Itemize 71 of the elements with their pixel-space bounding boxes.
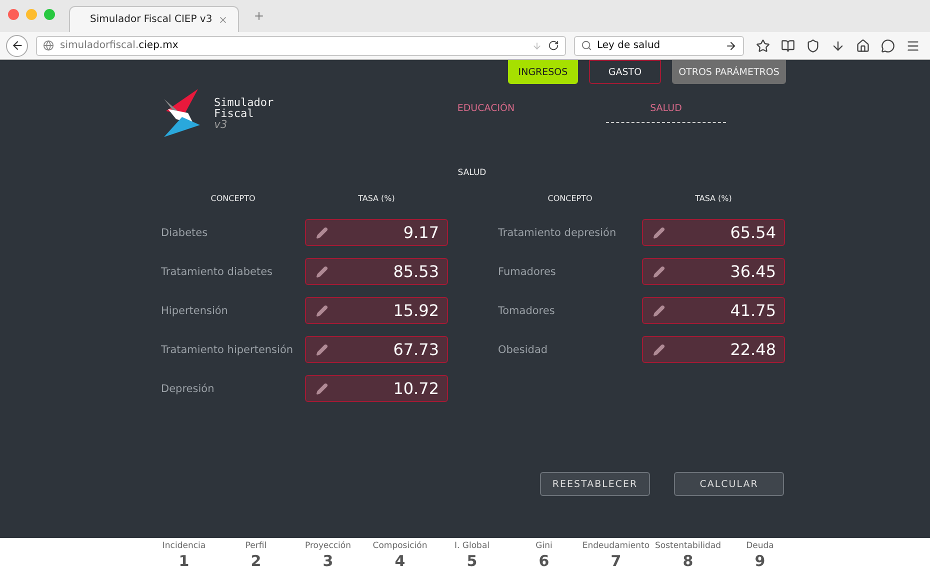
logo-text: Simulador [214, 96, 274, 108]
chat-icon[interactable] [881, 38, 895, 52]
pencil-icon [653, 226, 665, 238]
menu-icon[interactable] [906, 38, 920, 52]
shield-icon[interactable] [806, 38, 820, 52]
column-header: TASA (%) [357, 194, 396, 203]
back-button[interactable] [6, 34, 28, 56]
pencil-icon [316, 266, 328, 278]
rate-field[interactable]: 85.53 [305, 258, 448, 285]
chart-nav-link[interactable]: Endeudamiento 7 [580, 538, 652, 572]
rate-field[interactable]: 36.45 [642, 258, 785, 285]
search-icon [581, 40, 592, 51]
chart-nav-link[interactable]: Sostentabilidad 8 [652, 538, 724, 572]
chart-nav-link[interactable]: Proyección 3 [292, 538, 364, 572]
concept-label: Tratamiento hipertensión [161, 344, 294, 356]
column-header: CONCEPTO [546, 194, 594, 203]
concept-label: Tomadores [498, 304, 556, 316]
concept-label: Tratamiento diabetes [161, 266, 274, 278]
chart-nav-link[interactable]: Deuda 9 [724, 538, 796, 572]
star-icon[interactable] [756, 38, 770, 52]
concept-label: Hipertensión [161, 304, 229, 316]
browser-tab-title: Simulador Fiscal CIEP v3 [90, 14, 212, 25]
home-icon[interactable] [856, 38, 870, 52]
download-icon[interactable] [831, 38, 845, 52]
globe-icon [43, 40, 54, 51]
rate-field[interactable]: 65.54 [642, 219, 785, 246]
search-field[interactable]: Ley de salud [574, 36, 744, 56]
rate-field[interactable]: 22.48 [642, 336, 785, 363]
category-tab[interactable]: SALUD [606, 103, 726, 123]
logo-icon [164, 89, 200, 137]
chart-nav-link[interactable]: I. Global 5 [436, 538, 508, 572]
version-text: v3 [214, 118, 228, 130]
go-arrow-icon[interactable] [725, 40, 737, 52]
book-icon[interactable] [781, 38, 795, 52]
close-icon[interactable] [218, 14, 228, 24]
section-tab[interactable]: GASTO [589, 60, 661, 84]
chart-nav-link[interactable]: Perfil 2 [220, 538, 292, 572]
concept-label: Diabetes [161, 226, 209, 238]
reload-icon[interactable] [548, 40, 559, 51]
pencil-icon [316, 304, 328, 316]
rate-field[interactable]: 9.17 [305, 219, 448, 246]
pencil-icon [653, 304, 665, 316]
logo-text: Fiscal [214, 108, 255, 118]
column-header: CONCEPTO [210, 194, 256, 203]
category-tab[interactable]: EDUCACIÓN [426, 103, 546, 123]
browser-tab[interactable]: Simulador Fiscal CIEP v3 [69, 6, 239, 32]
chart-nav-link[interactable]: Composición 4 [364, 538, 436, 572]
concept-label: Depresión [161, 382, 216, 394]
back-arrow-icon [10, 39, 24, 52]
pencil-icon [316, 344, 328, 356]
pencil-icon [316, 382, 328, 394]
section-title: SALUD [456, 168, 488, 178]
concept-label: Fumadores [498, 266, 557, 278]
action-button[interactable]: CALCULAR [674, 472, 784, 496]
rate-field[interactable]: 15.92 [305, 297, 448, 324]
pencil-icon [653, 344, 665, 356]
section-tab[interactable]: OTROS PARÁMETROS [672, 60, 786, 84]
rate-field[interactable]: 67.73 [305, 336, 448, 363]
chart-nav-link[interactable]: Gini 6 [508, 538, 580, 572]
address-field[interactable]: simuladorfiscal.ciep.mx [36, 36, 566, 56]
action-button[interactable]: REESTABLECER [540, 472, 650, 496]
concept-label: Obesidad [498, 344, 549, 356]
rate-field[interactable]: 10.72 [305, 375, 448, 402]
section-tab[interactable]: INGRESOS [508, 60, 578, 84]
new-tab-icon[interactable] [253, 10, 265, 22]
pencil-icon [653, 266, 665, 278]
rate-field[interactable]: 41.75 [642, 297, 785, 324]
pencil-icon [316, 226, 328, 238]
column-header: TASA (%) [694, 194, 733, 203]
chart-nav-link[interactable]: Incidencia 1 [148, 538, 220, 572]
concept-label: Tratamiento depresión [498, 226, 618, 238]
